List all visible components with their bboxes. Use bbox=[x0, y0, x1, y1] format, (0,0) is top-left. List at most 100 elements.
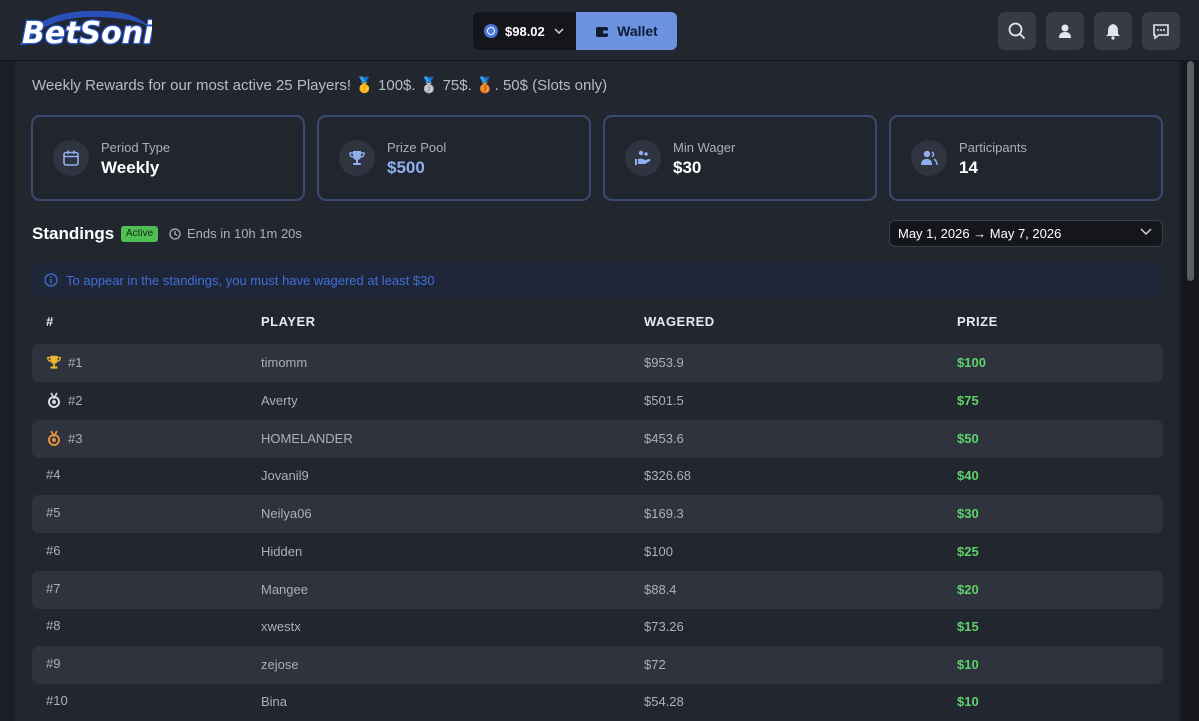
search-icon bbox=[1008, 22, 1026, 40]
rank-cell: #2 bbox=[46, 392, 82, 408]
wagered-amount: $72 bbox=[644, 657, 666, 672]
countdown-text: Ends in 10h 1m 20s bbox=[187, 226, 302, 241]
stat-label: Min Wager bbox=[673, 140, 736, 155]
wallet-button[interactable]: Wallet bbox=[576, 12, 677, 50]
wager-hand-icon bbox=[625, 140, 661, 176]
silver-medal-icon bbox=[48, 392, 60, 408]
stat-label: Prize Pool bbox=[387, 140, 447, 155]
table-row: #8 xwestx $73.26 $15 bbox=[32, 608, 1163, 646]
svg-text:BetSonic: BetSonic bbox=[22, 16, 152, 51]
rank-label: #2 bbox=[68, 392, 83, 408]
rank-label: #9 bbox=[46, 656, 61, 671]
wagered-amount: $453.6 bbox=[644, 431, 684, 446]
wagered-amount: $73.26 bbox=[644, 619, 684, 634]
column-header-wagered: WAGERED bbox=[644, 314, 715, 329]
scrollbar-thumb[interactable] bbox=[1187, 61, 1194, 281]
prize-amount: $100 bbox=[957, 355, 986, 370]
prize-amount: $75 bbox=[957, 393, 979, 408]
notifications-button[interactable] bbox=[1094, 12, 1132, 50]
prize-amount: $20 bbox=[957, 582, 979, 597]
player-name: Hidden bbox=[261, 544, 303, 559]
rank-label: #6 bbox=[46, 543, 61, 558]
prize-amount: $10 bbox=[957, 694, 979, 709]
wallet-icon bbox=[596, 26, 609, 37]
player-name: HOMELANDER bbox=[261, 431, 353, 446]
wagered-amount: $501.5 bbox=[644, 393, 684, 408]
bronze-medal-icon bbox=[48, 430, 60, 446]
stat-card-min-wager: Min Wager $30 bbox=[603, 115, 877, 201]
wagered-amount: $326.68 bbox=[644, 468, 691, 483]
rank-label: #4 bbox=[46, 467, 61, 482]
prize-amount: $40 bbox=[957, 468, 979, 483]
table-row: #2 Averty $501.5 $75 bbox=[32, 382, 1163, 420]
user-icon bbox=[1059, 24, 1071, 38]
participants-icon bbox=[911, 140, 947, 176]
rank-label: #10 bbox=[46, 693, 68, 708]
profile-button[interactable] bbox=[1046, 12, 1084, 50]
column-header-rank: # bbox=[46, 314, 54, 329]
prize-amount: $10 bbox=[957, 657, 979, 672]
table-row: #1 timomm $953.9 $100 bbox=[32, 344, 1163, 382]
wagered-amount: $54.28 bbox=[644, 694, 684, 709]
search-button[interactable] bbox=[998, 12, 1036, 50]
stat-label: Participants bbox=[959, 140, 1027, 155]
prize-amount: $15 bbox=[957, 619, 979, 634]
stat-label: Period Type bbox=[101, 140, 171, 155]
chat-button[interactable] bbox=[1142, 12, 1180, 50]
column-header-prize: PRIZE bbox=[957, 314, 998, 329]
prize-amount: $25 bbox=[957, 544, 979, 559]
prize-amount: $30 bbox=[957, 506, 979, 521]
stat-card-participants: Participants 14 bbox=[889, 115, 1163, 201]
table-row: #3 HOMELANDER $453.6 $50 bbox=[32, 420, 1163, 458]
date-range-value: May 1, 2026 → May 7, 2026 bbox=[898, 226, 1062, 241]
rank-label: #3 bbox=[68, 430, 83, 446]
countdown: Ends in 10h 1m 20s bbox=[169, 226, 302, 241]
balance-selector[interactable]: $98.02 bbox=[473, 12, 576, 50]
stat-card-prize-pool: Prize Pool $500 bbox=[317, 115, 591, 201]
rank-label: #5 bbox=[46, 505, 61, 520]
table-row: #7 Mangee $88.4 $20 bbox=[32, 571, 1163, 609]
wagered-amount: $953.9 bbox=[644, 355, 684, 370]
player-name: Mangee bbox=[261, 582, 308, 597]
trophy-icon bbox=[47, 355, 61, 369]
player-name: Jovanil9 bbox=[261, 468, 309, 483]
scrollbar[interactable] bbox=[1182, 61, 1199, 721]
stat-value: Weekly bbox=[101, 158, 160, 177]
wagered-amount: $100 bbox=[644, 544, 673, 559]
table-row: #4 Jovanil9 $326.68 $40 bbox=[32, 457, 1163, 495]
standings-title: Standings bbox=[32, 224, 115, 243]
calendar-icon bbox=[53, 140, 89, 176]
player-name: Bina bbox=[261, 694, 288, 709]
table-row: #5 Neilya06 $169.3 $30 bbox=[32, 495, 1163, 533]
player-name: timomm bbox=[261, 355, 308, 370]
rank-label: #1 bbox=[68, 354, 83, 370]
wallet-label: Wallet bbox=[617, 23, 658, 39]
wagered-amount: $88.4 bbox=[644, 582, 677, 597]
top-bar: BetSonic $98.02 Wallet bbox=[0, 0, 1199, 61]
player-name: Averty bbox=[261, 393, 298, 408]
betsonic-logo[interactable]: BetSonic bbox=[16, 5, 152, 55]
info-icon bbox=[44, 273, 58, 287]
chat-icon bbox=[1153, 23, 1169, 40]
player-name: zejose bbox=[261, 657, 299, 672]
trophy-icon bbox=[339, 140, 375, 176]
notice-text: To appear in the standings, you must hav… bbox=[66, 272, 435, 288]
wagered-amount: $169.3 bbox=[644, 506, 684, 521]
rank-cell: #3 bbox=[46, 430, 82, 446]
column-header-player: PLAYER bbox=[261, 314, 316, 329]
bell-icon bbox=[1106, 23, 1120, 40]
rewards-intro-text: Weekly Rewards for our most active 25 Pl… bbox=[32, 77, 608, 94]
rank-cell: #1 bbox=[46, 354, 82, 370]
stat-card-period-type: Period Type Weekly bbox=[31, 115, 305, 201]
stat-value: $30 bbox=[673, 158, 702, 177]
clock-icon bbox=[169, 227, 181, 240]
table-row: #9 zejose $72 $10 bbox=[32, 646, 1163, 684]
table-row: #10 Bina $54.28 $10 bbox=[32, 683, 1163, 721]
chevron-down-icon bbox=[554, 28, 564, 34]
status-badge: Active bbox=[121, 226, 159, 242]
eligibility-notice: To appear in the standings, you must hav… bbox=[32, 262, 1163, 298]
date-range-select[interactable]: May 1, 2026 → May 7, 2026 bbox=[889, 220, 1163, 247]
rank-label: #8 bbox=[46, 618, 61, 633]
prize-amount: $50 bbox=[957, 431, 979, 446]
stat-value: 14 bbox=[959, 158, 978, 177]
